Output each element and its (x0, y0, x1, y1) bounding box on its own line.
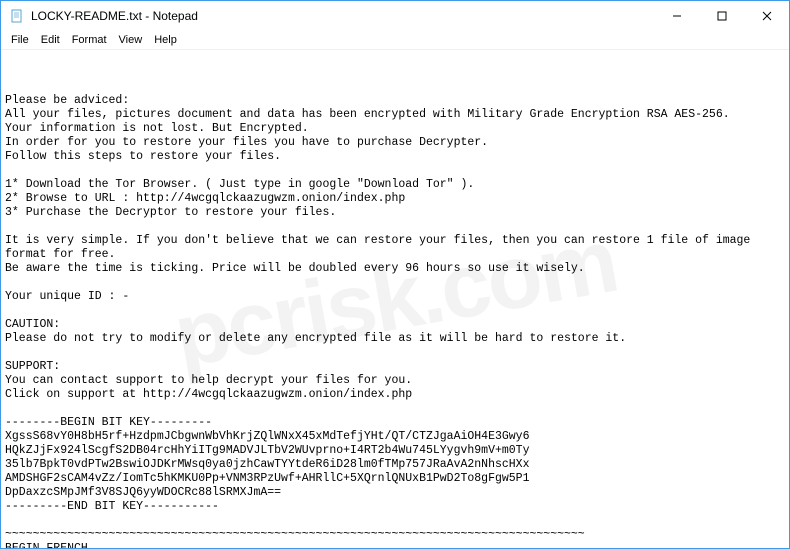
minimize-button[interactable] (654, 1, 699, 31)
close-button[interactable] (744, 1, 789, 31)
menubar: File Edit Format View Help (1, 31, 789, 50)
menu-help[interactable]: Help (148, 33, 183, 47)
titlebar[interactable]: LOCKY-README.txt - Notepad (1, 1, 789, 31)
text-area[interactable]: pcrisk.com Please be adviced: All your f… (1, 50, 789, 548)
document-text: Please be adviced: All your files, pictu… (5, 94, 785, 548)
notepad-window: LOCKY-README.txt - Notepad File Edit For… (0, 0, 790, 549)
menu-format[interactable]: Format (66, 33, 113, 47)
menu-file[interactable]: File (5, 33, 35, 47)
notepad-icon (9, 8, 25, 24)
maximize-button[interactable] (699, 1, 744, 31)
menu-edit[interactable]: Edit (35, 33, 66, 47)
window-controls (654, 1, 789, 31)
window-title: LOCKY-README.txt - Notepad (31, 9, 654, 23)
menu-view[interactable]: View (113, 33, 149, 47)
